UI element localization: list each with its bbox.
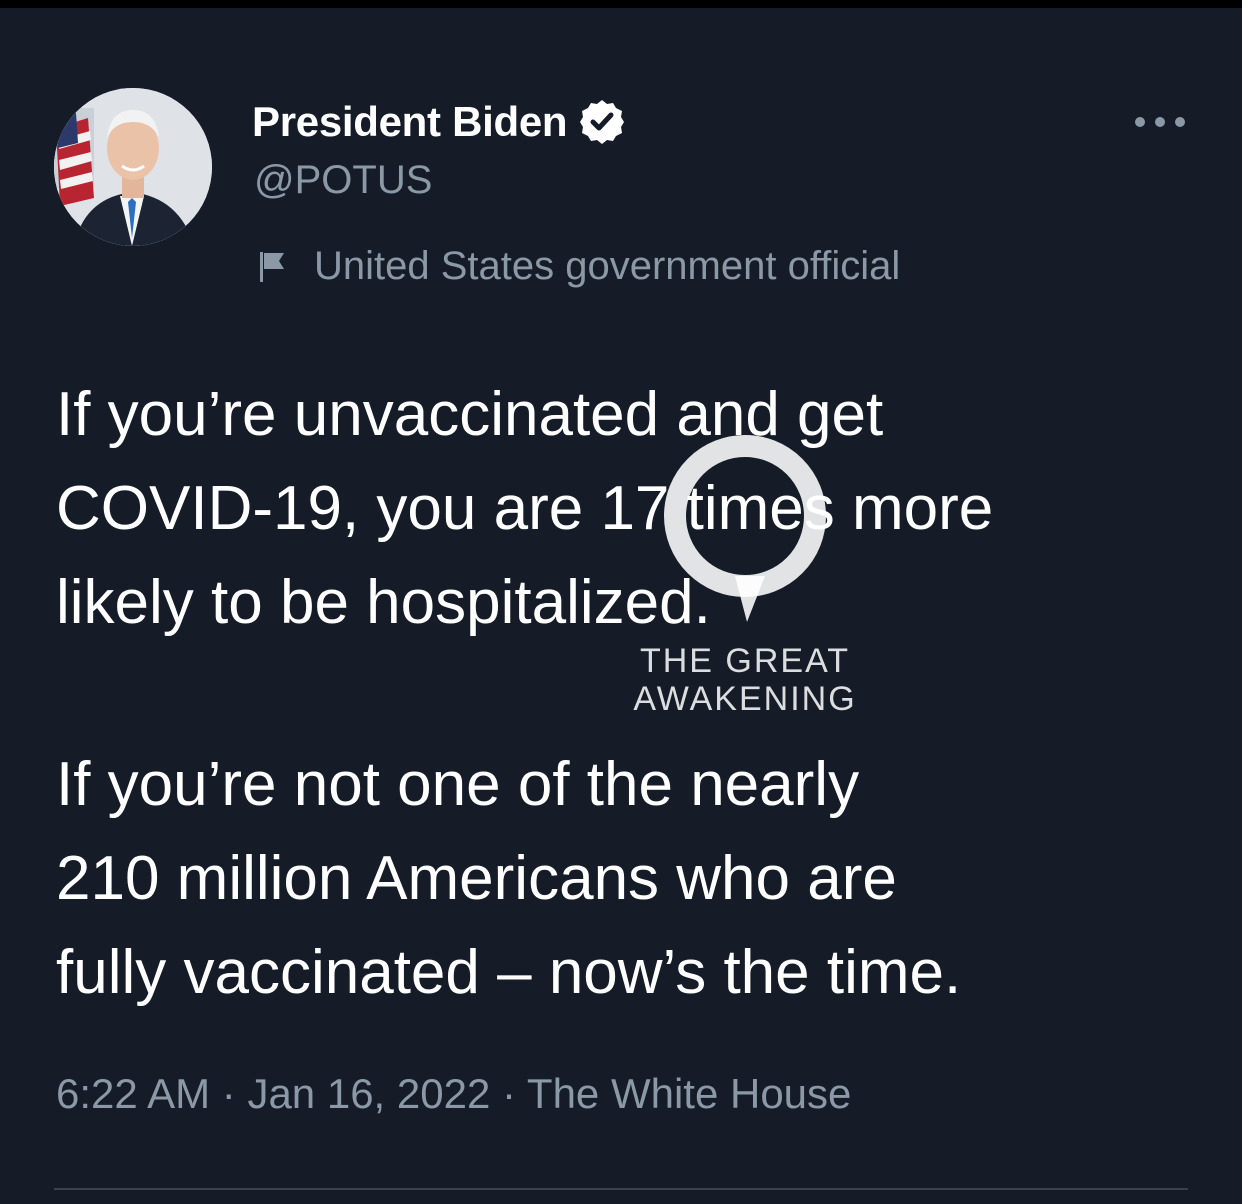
meta-separator: · (502, 1070, 516, 1117)
tweet-text-paragraph-2: If you’re not one of the nearly 210 mill… (56, 750, 962, 1007)
more-horizontal-icon[interactable] (1120, 100, 1200, 144)
tweet-source[interactable]: The White House (527, 1070, 851, 1117)
meta-separator: · (221, 1070, 236, 1117)
flag-icon (254, 246, 294, 286)
watermark-line-1: THE GREAT (639, 642, 851, 680)
avatar[interactable] (54, 88, 212, 246)
account-label-text: United States government official (314, 243, 901, 288)
watermark: THE GREAT AWAKENING (600, 426, 890, 726)
author-name-row[interactable]: President Biden (252, 94, 627, 150)
account-label[interactable]: United States government official (254, 238, 900, 294)
tweet-time[interactable]: 6:22 AM (56, 1070, 210, 1117)
q-logo-icon (664, 435, 826, 622)
author-handle[interactable]: @POTUS (254, 158, 432, 203)
tweet-date[interactable]: Jan 16, 2022 (247, 1070, 490, 1117)
divider (54, 1188, 1188, 1190)
watermark-line-2: AWAKENING (633, 680, 857, 718)
verified-badge-icon (577, 97, 627, 147)
author-name[interactable]: President Biden (252, 98, 568, 146)
tweet-meta: 6:22 AM · Jan 16, 2022 · The White House (56, 1070, 851, 1118)
tweet-card: President Biden @POTUS United States gov… (0, 8, 1242, 1204)
